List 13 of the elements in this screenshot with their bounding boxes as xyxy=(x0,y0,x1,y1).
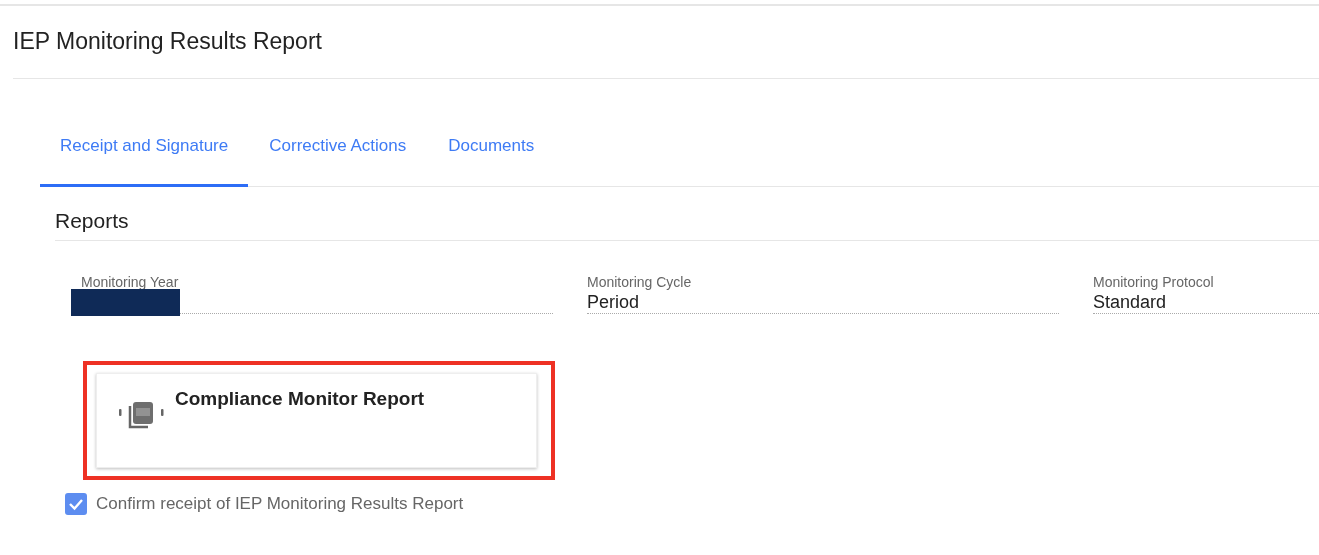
checkbox[interactable] xyxy=(65,493,87,516)
tab[interactable]: Receipt and Signature xyxy=(40,107,249,187)
report-card[interactable]: Compliance Monitor Report xyxy=(96,373,537,469)
tab[interactable]: Documents xyxy=(427,107,556,187)
checkbox-label: Confirm receipt of IEP Monitoring Results Report xyxy=(96,494,464,515)
field-label: Monitoring Protocol xyxy=(1093,274,1214,291)
field-label: Monitoring Year xyxy=(81,274,179,291)
tab[interactable]: Corrective Actions xyxy=(248,107,428,187)
section-title: Reports xyxy=(55,187,1319,242)
page-title: IEP Monitoring Results Report xyxy=(12,27,323,56)
field-label: Monitoring Cycle xyxy=(587,274,692,291)
field-value: Period xyxy=(587,291,640,314)
field-value: Standard xyxy=(1093,291,1167,314)
